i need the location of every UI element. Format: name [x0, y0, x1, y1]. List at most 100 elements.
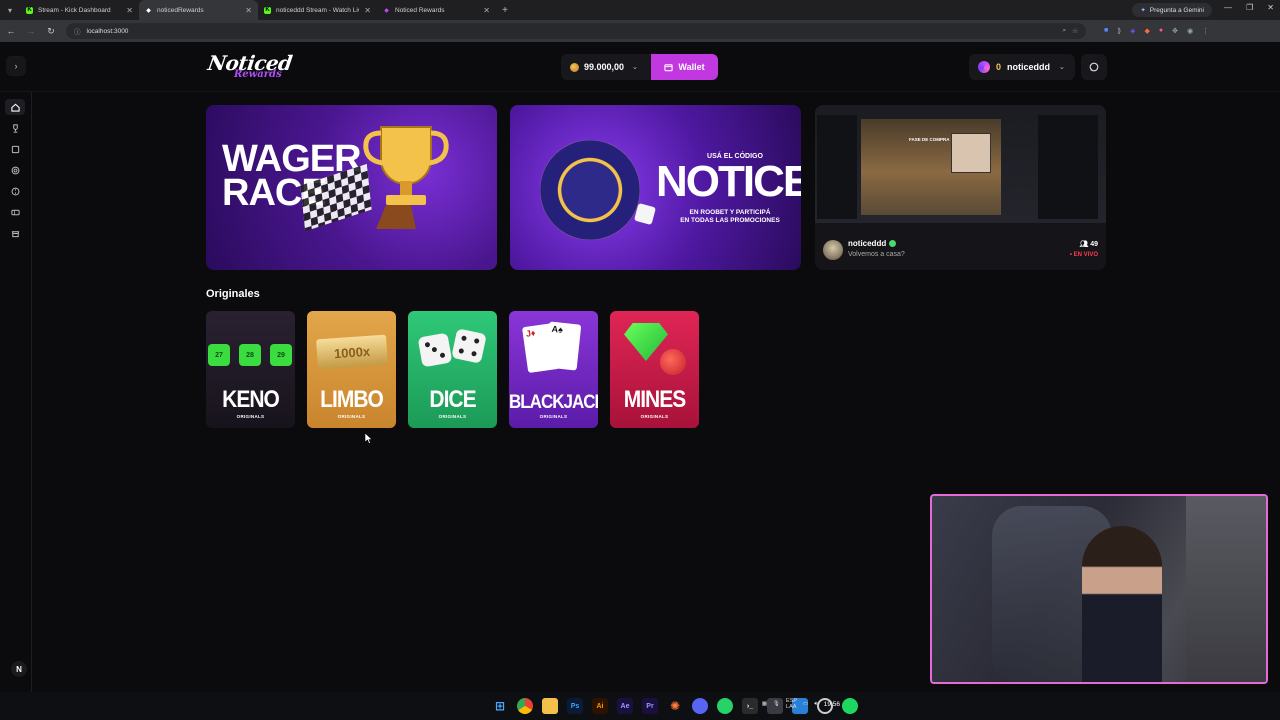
- wager-race-banner[interactable]: WAGER RACE: [206, 105, 497, 270]
- game-subtitle: ORIGINALS: [539, 414, 568, 419]
- browser-tab-noticed-rewards[interactable]: ◆ noticedRewards ✕: [139, 0, 258, 20]
- balance-dropdown[interactable]: 99.000,00 ⌄: [561, 54, 651, 80]
- close-window-icon[interactable]: ✕: [1267, 3, 1274, 12]
- trophy-icon: [363, 126, 449, 229]
- game-card-keno[interactable]: 27 28 29 KENO ORIGINALS: [206, 311, 295, 428]
- volume-icon[interactable]: 🔊︎: [814, 701, 817, 708]
- clock[interactable]: 19:56: [824, 701, 840, 708]
- monitor-icon[interactable]: ▭: [803, 701, 808, 707]
- game-card-dice[interactable]: DICE ORIGINALS: [408, 311, 497, 428]
- extension-icon[interactable]: ◆: [1145, 27, 1150, 35]
- originals-game-list: 27 28 29 KENO ORIGINALS 1000x LIMBO ORIG…: [206, 311, 699, 428]
- whatsapp-icon[interactable]: [717, 698, 733, 714]
- live-badge: • EN VIVO: [1069, 252, 1098, 258]
- game-subtitle: ORIGINALS: [640, 414, 669, 419]
- noticed-favicon-icon: ◆: [146, 7, 151, 14]
- minimize-icon[interactable]: —: [1224, 3, 1232, 12]
- noticed-favicon-icon: ◆: [384, 7, 389, 14]
- premiere-icon[interactable]: Pr: [642, 698, 658, 714]
- extension-icon[interactable]: ●: [1159, 27, 1163, 35]
- nextjs-badge[interactable]: N: [11, 661, 27, 677]
- bookmark-star-icon[interactable]: ☆: [1072, 27, 1078, 35]
- tab-search-icon[interactable]: ▾: [0, 0, 20, 20]
- coin-icon: [570, 62, 579, 72]
- windows-start-icon[interactable]: ⊞: [492, 698, 508, 714]
- game-card-mines[interactable]: MINES ORIGINALS: [610, 311, 699, 428]
- stream-channel-name[interactable]: noticeddd: [848, 239, 897, 248]
- site-info-icon[interactable]: ⓘ: [74, 26, 81, 36]
- sidebar-item-target[interactable]: [5, 162, 25, 178]
- gemini-icon: ✦: [1140, 7, 1146, 14]
- gemini-button[interactable]: ✦ Pregunta a Gemini: [1132, 3, 1212, 17]
- game-card-blackjack[interactable]: J♦ A♠ BLACKJACK ORIGINALS: [509, 311, 598, 428]
- chat-button[interactable]: [1081, 54, 1107, 80]
- browser-tab-kick-stream[interactable]: K noticeddd Stream - Watch Live ✕: [258, 0, 377, 20]
- stream-title: Volvemos a casa?: [848, 251, 905, 258]
- playing-card-ace-icon: A♠: [544, 321, 582, 371]
- keno-tile: 29: [270, 344, 292, 366]
- browser-tab-kick-dashboard[interactable]: K Stream - Kick Dashboard ✕: [20, 0, 139, 20]
- viewers-icon: 👥︎: [1079, 241, 1089, 248]
- user-menu[interactable]: 0 noticeddd ⌄: [969, 54, 1075, 80]
- game-card-limbo[interactable]: 1000x LIMBO ORIGINALS: [307, 311, 396, 428]
- photoshop-icon[interactable]: Ps: [567, 698, 583, 714]
- target-icon: [11, 166, 19, 174]
- reload-icon[interactable]: ↻: [46, 26, 56, 37]
- close-tab-icon[interactable]: ✕: [126, 6, 133, 15]
- avatar: [823, 240, 843, 260]
- profile-icon[interactable]: ◉: [1187, 27, 1193, 35]
- gold-bar-icon: 1000x: [316, 334, 388, 370]
- language-indicator[interactable]: ESP LAA: [786, 698, 797, 710]
- gemini-label: Pregunta a Gemini: [1149, 6, 1204, 14]
- chrome-icon[interactable]: [517, 698, 533, 714]
- extension-icon[interactable]: ◈: [1130, 27, 1135, 35]
- tray-grid-icon[interactable]: ▦: [762, 701, 767, 707]
- burst-app-icon[interactable]: ✺: [667, 698, 683, 714]
- sidebar-item-home[interactable]: [5, 99, 25, 115]
- after-effects-icon[interactable]: Ae: [617, 698, 633, 714]
- puzzle-icon[interactable]: ✥: [1172, 27, 1178, 35]
- restore-icon[interactable]: ❐: [1246, 3, 1253, 12]
- extension-icon[interactable]: ⟫: [1117, 27, 1121, 35]
- spotify-icon[interactable]: [842, 698, 858, 714]
- dice-icon: [417, 332, 453, 368]
- stream-thumbnail: FASE DE COMPRA: [815, 105, 1106, 223]
- lang-bottom: LAA: [786, 704, 797, 711]
- app-root: › Noticed Rewards 99.000,00 ⌄ Wallet 0 n…: [0, 42, 1280, 692]
- microphone-icon[interactable]: 🎙︎: [773, 701, 780, 707]
- trophy-icon: [12, 123, 18, 133]
- file-explorer-icon[interactable]: [542, 698, 558, 714]
- extension-icon[interactable]: ■: [1104, 27, 1108, 35]
- menu-dots-icon[interactable]: ⋮: [1202, 27, 1209, 35]
- sidebar-item-compass[interactable]: [5, 183, 25, 199]
- verified-badge-icon: [889, 240, 897, 247]
- zoom-icon[interactable]: ⌕: [1063, 27, 1067, 35]
- stream-thumbnail-sidebar: [817, 115, 857, 219]
- streamer-cam-thumb: [951, 133, 991, 173]
- browser-tab-noticed-rewards-2[interactable]: ◆ Noticed Rewards ✕: [377, 0, 496, 20]
- new-tab-plus-icon[interactable]: +: [496, 5, 514, 16]
- app-header: › Noticed Rewards 99.000,00 ⌄ Wallet 0 n…: [0, 42, 1280, 92]
- close-tab-icon[interactable]: ✕: [245, 6, 252, 15]
- promo-post-text-1: EN ROOBET Y PARTICIPÁ: [689, 209, 771, 216]
- wallet-button[interactable]: Wallet: [651, 54, 718, 80]
- url-input[interactable]: ⓘ localhost:3000 ⌕ ☆: [66, 23, 1086, 39]
- close-tab-icon[interactable]: ✕: [364, 6, 371, 15]
- sidebar-item-ticket[interactable]: [5, 204, 25, 220]
- sidebar-item-store[interactable]: [5, 225, 25, 241]
- noticed-rewards-logo[interactable]: Noticed Rewards: [206, 51, 293, 85]
- sidebar-toggle-button[interactable]: ›: [6, 56, 26, 76]
- sidebar-item-square[interactable]: [5, 141, 25, 157]
- browser-address-bar: ← → ↻ ⓘ localhost:3000 ⌕ ☆ ■ ⟫ ◈ ◆ ● ✥ ◉…: [0, 20, 1280, 42]
- dice-icon: [451, 328, 487, 364]
- tab-title: noticeddd Stream - Watch Live: [276, 6, 360, 14]
- illustrator-icon[interactable]: Ai: [592, 698, 608, 714]
- discord-icon[interactable]: [692, 698, 708, 714]
- close-tab-icon[interactable]: ✕: [483, 6, 490, 15]
- forward-arrow-icon[interactable]: →: [26, 26, 36, 36]
- stream-preview-card[interactable]: FASE DE COMPRA noticeddd Volvemos a casa…: [815, 105, 1106, 270]
- back-arrow-icon[interactable]: ←: [6, 26, 16, 36]
- terminal-icon[interactable]: ›_: [742, 698, 758, 714]
- sidebar-item-trophy[interactable]: [5, 120, 25, 136]
- promo-code-banner[interactable]: USÁ EL CÓDIGO NOTICED EN ROOBET Y PARTIC…: [510, 105, 801, 270]
